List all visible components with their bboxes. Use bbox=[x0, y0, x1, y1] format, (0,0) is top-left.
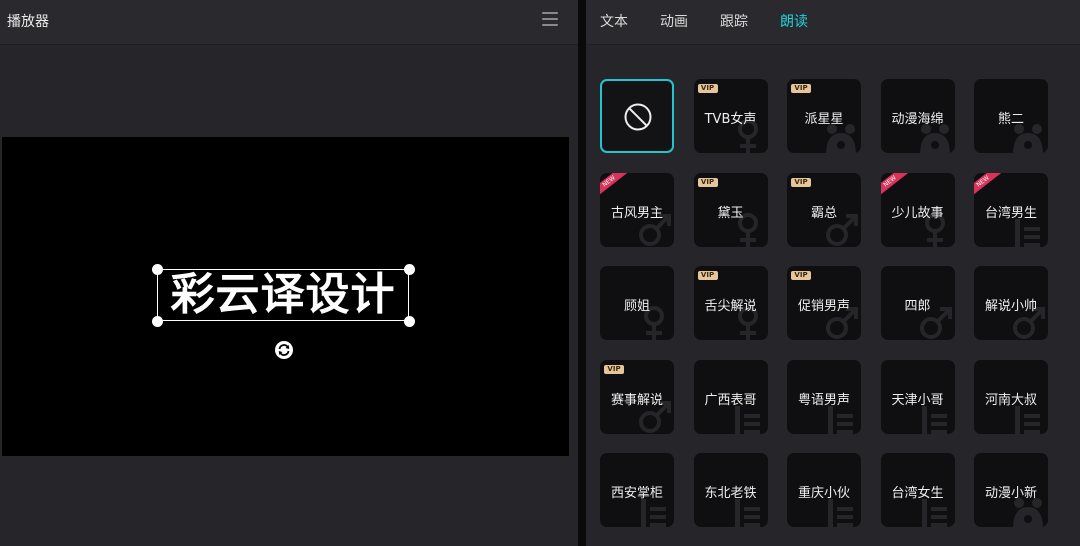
voice-card-label: 台湾男生 bbox=[984, 205, 1037, 221]
voice-card[interactable]: VIP 黛玉 bbox=[693, 172, 768, 247]
tabs-bar: 文本 动画 跟踪 朗读 bbox=[586, 0, 1080, 45]
text-selection-box[interactable]: 彩云译设计 bbox=[157, 269, 409, 321]
vip-badge: VIP bbox=[697, 177, 718, 187]
vip-badge: VIP bbox=[697, 84, 718, 93]
voice-card-label: 重庆小伙 bbox=[797, 486, 850, 501]
player-panel: 播放器 彩云译设计 bbox=[0, 0, 578, 546]
voice-card-label: 四郎 bbox=[904, 299, 931, 314]
voice-card[interactable]: 动漫海绵 bbox=[880, 79, 955, 153]
menu-icon[interactable] bbox=[542, 12, 558, 26]
vip-badge: VIP bbox=[791, 177, 811, 187]
player-header: 播放器 bbox=[0, 0, 578, 45]
tab-tracking[interactable]: 跟踪 bbox=[720, 11, 748, 31]
voice-card-label: 顾姐 bbox=[623, 299, 650, 314]
new-badge: NEW bbox=[600, 172, 628, 197]
canvas-text[interactable]: 彩云译设计 bbox=[158, 270, 408, 320]
resize-handle-bottom-right[interactable] bbox=[404, 316, 415, 327]
properties-panel: 文本 动画 跟踪 朗读 VIP TVB女声 VIP 派星星 动漫海绵 熊二 NEW 古风男主 V… bbox=[586, 0, 1080, 546]
voice-card-label: 天津小哥 bbox=[891, 392, 944, 408]
new-badge: NEW bbox=[974, 172, 1002, 197]
panel-divider[interactable] bbox=[578, 0, 586, 546]
vip-badge: VIP bbox=[791, 84, 811, 93]
voice-grid: VIP TVB女声 VIP 派星星 动漫海绵 熊二 NEW 古风男主 VIP 黛玉 VIP 霸总 NEW… bbox=[600, 79, 1070, 539]
voice-card-label: 赛事解说 bbox=[610, 392, 663, 408]
voice-card[interactable]: 四郎 bbox=[880, 266, 955, 340]
voice-card[interactable]: 解说小帅 bbox=[974, 266, 1048, 340]
voice-card[interactable]: VIP 促销男声 bbox=[787, 266, 861, 340]
voice-card-label: 河南大叔 bbox=[984, 392, 1037, 408]
voice-card-label: 少儿故事 bbox=[891, 205, 944, 221]
voice-card[interactable]: VIP 舌尖解说 bbox=[693, 266, 768, 340]
voice-card-label: 广西表哥 bbox=[704, 392, 757, 408]
voice-card-label: 台湾女生 bbox=[891, 486, 944, 501]
voice-card-label: 黛玉 bbox=[717, 205, 744, 221]
voice-card-label: 西安掌柜 bbox=[610, 486, 663, 501]
voice-card[interactable]: NEW 少儿故事 bbox=[880, 172, 955, 247]
voice-card[interactable]: 粤语男声 bbox=[787, 359, 861, 434]
resize-handle-top-right[interactable] bbox=[404, 264, 415, 275]
voice-card[interactable]: 重庆小伙 bbox=[787, 453, 861, 527]
voice-card-label: 粤语男声 bbox=[797, 392, 850, 408]
voice-card-label: 熊二 bbox=[997, 112, 1024, 127]
resize-handle-bottom-left[interactable] bbox=[152, 316, 163, 327]
voice-card[interactable]: NEW 古风男主 bbox=[600, 172, 674, 247]
voice-card-label: 解说小帅 bbox=[984, 299, 1037, 314]
voice-card-label: 霸总 bbox=[810, 205, 837, 221]
voice-card-label: 古风男主 bbox=[610, 205, 663, 221]
rotate-icon[interactable] bbox=[274, 340, 294, 360]
resize-handle-top-left[interactable] bbox=[152, 264, 163, 275]
voice-card[interactable]: 东北老铁 bbox=[693, 453, 768, 527]
new-badge: NEW bbox=[880, 172, 909, 197]
tab-text[interactable]: 文本 bbox=[600, 11, 628, 31]
voice-card[interactable]: 台湾女生 bbox=[880, 453, 955, 527]
voice-card-none[interactable] bbox=[600, 79, 674, 153]
vip-badge: VIP bbox=[604, 364, 624, 374]
voice-card-label: 动漫小新 bbox=[984, 486, 1037, 501]
voice-card[interactable]: 天津小哥 bbox=[880, 359, 955, 434]
voice-card[interactable]: 顾姐 bbox=[600, 266, 674, 340]
voice-card[interactable]: 动漫小新 bbox=[974, 453, 1048, 527]
voice-card-label: TVB女声 bbox=[704, 112, 757, 127]
player-title: 播放器 bbox=[7, 14, 49, 30]
voice-card[interactable]: VIP 霸总 bbox=[787, 172, 861, 247]
vip-badge: VIP bbox=[791, 271, 811, 280]
voice-card-label: 派星星 bbox=[804, 112, 844, 127]
voice-card-label: 东北老铁 bbox=[704, 486, 757, 501]
voice-card-label: 动漫海绵 bbox=[891, 112, 944, 127]
none-icon bbox=[623, 102, 653, 132]
voice-card-label: 舌尖解说 bbox=[704, 299, 757, 314]
voice-card[interactable]: 河南大叔 bbox=[974, 359, 1048, 434]
voice-card[interactable]: 广西表哥 bbox=[693, 359, 768, 434]
voice-card[interactable]: NEW 台湾男生 bbox=[974, 172, 1048, 247]
tab-animation[interactable]: 动画 bbox=[660, 11, 688, 31]
vip-badge: VIP bbox=[697, 271, 718, 280]
voice-card[interactable]: VIP 派星星 bbox=[787, 79, 861, 153]
voice-card[interactable]: VIP TVB女声 bbox=[693, 79, 768, 153]
voice-card[interactable]: 西安掌柜 bbox=[600, 453, 674, 527]
voice-card[interactable]: 熊二 bbox=[974, 79, 1048, 153]
voice-card[interactable]: VIP 赛事解说 bbox=[600, 359, 674, 434]
tab-read-aloud[interactable]: 朗读 bbox=[780, 11, 808, 31]
voice-card-label: 促销男声 bbox=[797, 299, 850, 314]
